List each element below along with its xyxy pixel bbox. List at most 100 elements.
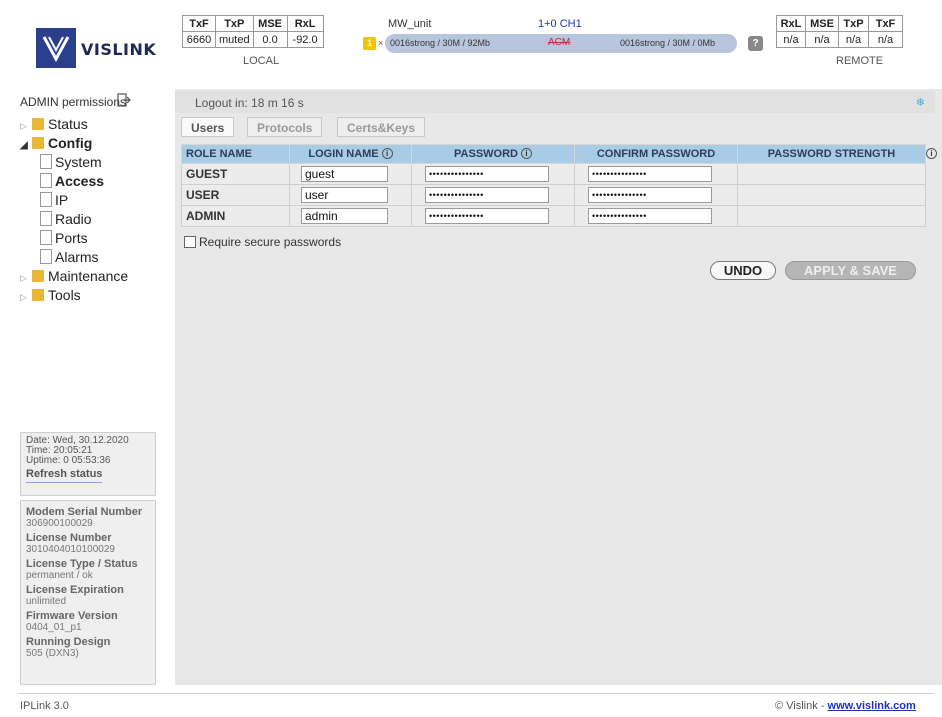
page-icon <box>40 249 52 264</box>
tree-label-status: Status <box>48 116 88 132</box>
login-name-input[interactable]: guest <box>301 166 388 182</box>
unit-name: MW_unit <box>388 18 432 30</box>
local-value-mse: 0.0 <box>252 31 288 48</box>
tree-label-config: Config <box>48 135 93 151</box>
page-icon <box>40 154 52 169</box>
status-panel: Date: Wed, 30.12.2020 Time: 20:05:21 Upt… <box>20 432 156 496</box>
local-value-txp: muted <box>215 31 254 48</box>
tree-item-system[interactable]: System <box>40 153 102 171</box>
remote-header-txp: TxP <box>838 15 869 32</box>
top-header: VISLINK TxF TxP MSE RxL 6660 muted 0.0 -… <box>0 0 942 90</box>
tab-certs-keys[interactable]: Certs&Keys <box>337 117 426 137</box>
folder-icon <box>32 270 44 282</box>
remote-header-txf: TxF <box>868 15 903 32</box>
role-name-cell: GUEST <box>181 163 290 185</box>
password-info-icon[interactable]: i <box>520 148 532 159</box>
apply-save-button[interactable]: APPLY & SAVE <box>785 261 916 280</box>
settings-snowflake-icon[interactable]: ❄ <box>916 96 925 109</box>
tree-label-tools: Tools <box>48 287 81 303</box>
remote-header-mse: MSE <box>805 15 839 32</box>
expand-arrow-icon[interactable]: ▷ <box>20 117 32 135</box>
firmware-version-value: 0404_01_p1 <box>26 622 82 633</box>
undo-button[interactable]: UNDO <box>710 261 776 280</box>
license-expiration-title: License Expiration <box>26 584 124 596</box>
serial-number-value: 306900100029 <box>26 518 93 529</box>
col-header-role: ROLE NAME <box>181 144 290 164</box>
password-strength-cell <box>737 184 926 206</box>
main-panel: Logout in: 18 m 16 s ❄ Users Protocols C… <box>175 89 942 685</box>
secure-passwords-row[interactable]: Require secure passwords <box>184 235 341 249</box>
col-header-password: PASSWORD <box>454 148 518 160</box>
tree-label-radio: Radio <box>55 211 92 227</box>
strength-info-icon[interactable]: i <box>926 148 937 159</box>
local-value-rxl: -92.0 <box>286 31 324 48</box>
local-header-mse: MSE <box>252 15 288 32</box>
page-icon <box>40 230 52 245</box>
login-cell: user <box>289 184 412 206</box>
logout-icon[interactable] <box>117 93 131 107</box>
vislink-website-link[interactable]: www.vislink.com <box>828 700 916 712</box>
tree-item-maintenance[interactable]: ▷ Maintenance <box>20 267 128 285</box>
password-input[interactable]: ••••••••••••••• <box>425 166 549 182</box>
local-stats-table: TxF TxP MSE RxL 6660 muted 0.0 -92.0 <box>182 15 324 48</box>
remote-value-mse: n/a <box>805 31 839 48</box>
login-info-icon[interactable]: i <box>381 148 393 159</box>
login-name-input[interactable]: admin <box>301 208 388 224</box>
tab-users[interactable]: Users <box>181 117 235 137</box>
tree-item-tools[interactable]: ▷ Tools <box>20 286 81 304</box>
local-value-txf: 6660 <box>182 31 216 48</box>
help-icon[interactable]: ? <box>748 36 763 51</box>
role-name-cell: ADMIN <box>181 205 290 227</box>
license-number-title: License Number <box>26 532 112 544</box>
confirm-password-input[interactable]: ••••••••••••••• <box>588 187 712 203</box>
tree-item-ports[interactable]: Ports <box>40 229 88 247</box>
tab-protocols[interactable]: Protocols <box>247 117 323 137</box>
confirm-cell: ••••••••••••••• <box>574 184 738 206</box>
login-cell: admin <box>289 205 412 227</box>
logout-bar: Logout in: 18 m 16 s ❄ <box>175 91 935 113</box>
footer-version: IPLink 3.0 <box>20 700 69 712</box>
tree-item-config[interactable]: ◢ Config <box>20 134 92 152</box>
secure-passwords-label: Require secure passwords <box>199 235 342 249</box>
login-name-input[interactable]: user <box>301 187 388 203</box>
col-header-password-cell: PASSWORD i <box>411 144 575 164</box>
table-row: ADMIN admin ••••••••••••••• ••••••••••••… <box>181 205 926 227</box>
page-icon <box>40 192 52 207</box>
password-strength-cell <box>737 205 926 227</box>
tree-item-ip[interactable]: IP <box>40 191 68 209</box>
confirm-password-input[interactable]: ••••••••••••••• <box>588 166 712 182</box>
footer-copyright: © Vislink - www.vislink.com <box>775 700 916 712</box>
link-acm-label: ACM <box>548 37 571 48</box>
expand-arrow-icon[interactable]: ▷ <box>20 269 32 287</box>
confirm-password-input[interactable]: ••••••••••••••• <box>588 208 712 224</box>
running-design-value: 505 (DXN3) <box>26 648 79 659</box>
tree-item-radio[interactable]: Radio <box>40 210 92 228</box>
col-header-strength: PASSWORD STRENGTH <box>737 144 926 164</box>
remote-label: REMOTE <box>836 55 884 67</box>
password-strength-cell <box>737 163 926 185</box>
refresh-status-link[interactable]: Refresh status <box>26 468 103 483</box>
footer-copyright-text: © Vislink - <box>775 700 828 712</box>
folder-icon <box>32 137 44 149</box>
secure-passwords-checkbox[interactable] <box>184 236 196 248</box>
link-remote-profile: 0016strong / 30M / 0Mb <box>620 38 716 48</box>
license-type-title: License Type / Status <box>26 558 138 570</box>
serial-number-title: Modem Serial Number <box>26 506 143 518</box>
channel-label: 1+0 CH1 <box>538 18 582 30</box>
page-icon <box>40 211 52 226</box>
tree-item-access[interactable]: Access <box>40 172 104 190</box>
tree-item-status[interactable]: ▷ Status <box>20 115 88 133</box>
password-input[interactable]: ••••••••••••••• <box>425 208 549 224</box>
link-number-badge: 1 <box>363 37 376 50</box>
remote-stats-table: RxL MSE TxP TxF n/a n/a n/a n/a <box>776 15 903 48</box>
expand-arrow-icon[interactable]: ▷ <box>20 288 32 306</box>
running-design-title: Running Design <box>26 636 111 648</box>
collapse-arrow-icon[interactable]: ◢ <box>20 137 32 155</box>
confirm-cell: ••••••••••••••• <box>574 163 738 185</box>
local-header-txp: TxP <box>215 15 254 32</box>
vislink-logo: VISLINK <box>36 28 156 68</box>
password-input[interactable]: ••••••••••••••• <box>425 187 549 203</box>
remote-value-txp: n/a <box>838 31 869 48</box>
license-number-value: 3010404010100029 <box>26 544 115 555</box>
tree-item-alarms[interactable]: Alarms <box>40 248 99 266</box>
